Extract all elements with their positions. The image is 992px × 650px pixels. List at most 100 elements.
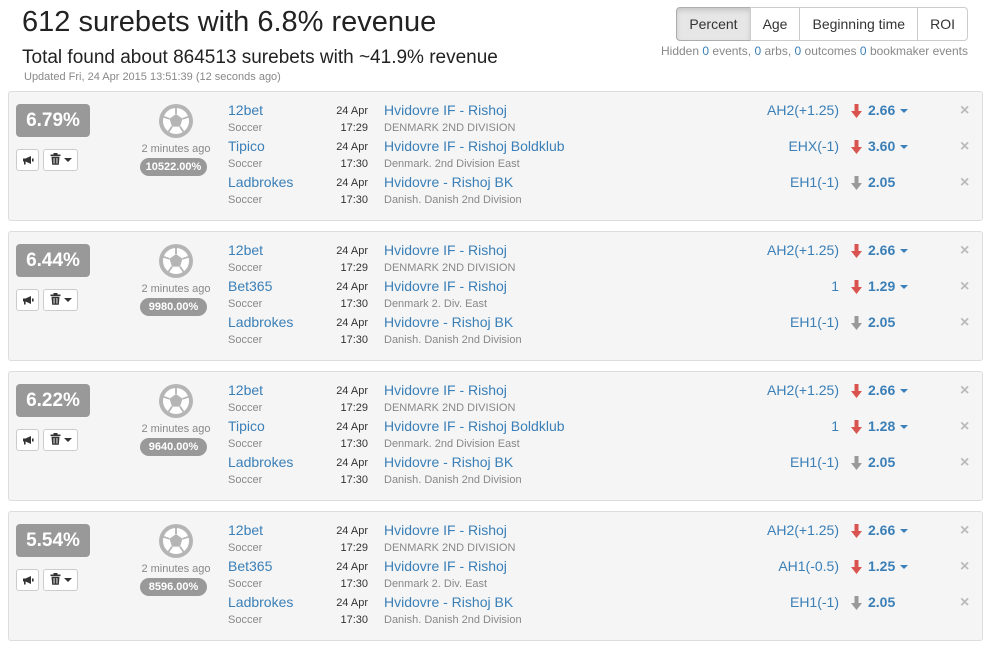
surebet-card: 6.22% 2 minutes ago 9640.00% 12bet Soccer 24 …	[8, 371, 983, 501]
sort-percent-button[interactable]: Percent	[676, 7, 751, 41]
bookmaker-link[interactable]: 12bet	[228, 102, 263, 118]
bookmaker-link[interactable]: Bet365	[228, 278, 272, 294]
hidden-events-label: events,	[712, 44, 752, 58]
odds-value[interactable]: 1.29	[868, 278, 909, 294]
event-link[interactable]: Hvidovre - Rishoj BK	[384, 594, 513, 610]
event-date: 24 Apr	[336, 141, 368, 153]
odds-value[interactable]: 1.28	[868, 418, 909, 434]
arrow-down-icon	[851, 419, 862, 435]
sport-label: Soccer	[228, 438, 263, 450]
bookmaker-link[interactable]: Ladbrokes	[228, 314, 293, 330]
market-link[interactable]: EH1(-1)	[790, 454, 839, 470]
page-title: 612 surebets with 6.8% revenue	[22, 6, 437, 38]
market-link[interactable]: EH1(-1)	[790, 314, 839, 330]
market-link[interactable]: EHX(-1)	[788, 138, 839, 154]
odds-value[interactable]: 1.25	[868, 558, 909, 574]
arrow-down-icon	[851, 243, 862, 259]
remove-icon[interactable]: ×	[960, 558, 969, 576]
bet-row: Ladbrokes Soccer 24 Apr 17:30 Hvidovre - Ris…	[9, 454, 982, 490]
event-link[interactable]: Hvidovre IF - Rishoj	[384, 558, 507, 574]
remove-icon[interactable]: ×	[960, 242, 969, 260]
bet-row: Ladbrokes Soccer 24 Apr 17:30 Hvidovre - Ris…	[9, 314, 982, 350]
market-link[interactable]: AH2(+1.25)	[767, 102, 839, 118]
sport-label: Soccer	[228, 578, 263, 590]
event-date: 24 Apr	[336, 561, 368, 573]
remove-icon[interactable]: ×	[960, 522, 969, 540]
bookmaker-link[interactable]: 12bet	[228, 242, 263, 258]
odds-value[interactable]: 2.05	[868, 454, 895, 470]
remove-icon[interactable]: ×	[960, 382, 969, 400]
hidden-outcomes-count[interactable]: 0	[795, 44, 802, 58]
market-link[interactable]: AH2(+1.25)	[767, 242, 839, 258]
bookmaker-link[interactable]: Bet365	[228, 558, 272, 574]
event-date: 24 Apr	[336, 385, 368, 397]
market-link[interactable]: 1	[831, 278, 839, 294]
market-link[interactable]: AH2(+1.25)	[767, 522, 839, 538]
event-link[interactable]: Hvidovre IF - Rishoj	[384, 522, 507, 538]
odds-caret-icon	[900, 529, 909, 534]
odds-value[interactable]: 2.05	[868, 314, 895, 330]
remove-icon[interactable]: ×	[960, 174, 969, 192]
odds-value[interactable]: 2.66	[868, 102, 909, 118]
bookmaker-link[interactable]: Ladbrokes	[228, 454, 293, 470]
odds-value[interactable]: 2.05	[868, 594, 895, 610]
odds-number: 2.05	[868, 454, 896, 470]
odds-number: 2.66	[868, 522, 896, 538]
remove-icon[interactable]: ×	[960, 278, 969, 296]
hidden-outcomes-label: outcomes	[804, 44, 857, 58]
bookmaker-link[interactable]: Ladbrokes	[228, 594, 293, 610]
event-date: 24 Apr	[336, 317, 368, 329]
odds-value[interactable]: 2.66	[868, 522, 909, 538]
hidden-events-count[interactable]: 0	[702, 44, 709, 58]
odds-value[interactable]: 2.66	[868, 242, 909, 258]
event-link[interactable]: Hvidovre IF - Rishoj Boldklub	[384, 418, 565, 434]
event-link[interactable]: Hvidovre IF - Rishoj	[384, 382, 507, 398]
event-time: 17:30	[340, 614, 368, 626]
sport-label: Soccer	[228, 262, 263, 274]
remove-icon[interactable]: ×	[960, 314, 969, 332]
odds-number: 2.05	[868, 314, 896, 330]
event-link[interactable]: Hvidovre IF - Rishoj	[384, 242, 507, 258]
remove-icon[interactable]: ×	[960, 418, 969, 436]
remove-icon[interactable]: ×	[960, 454, 969, 472]
market-link[interactable]: 1	[831, 418, 839, 434]
hidden-bookmaker-count[interactable]: 0	[860, 44, 867, 58]
odds-value[interactable]: 2.66	[868, 382, 909, 398]
event-link[interactable]: Hvidovre - Rishoj BK	[384, 454, 513, 470]
event-link[interactable]: Hvidovre IF - Rishoj	[384, 278, 507, 294]
remove-icon[interactable]: ×	[960, 138, 969, 156]
sport-label: Soccer	[228, 614, 263, 626]
sort-age-button[interactable]: Age	[749, 7, 801, 41]
remove-icon[interactable]: ×	[960, 594, 969, 612]
event-link[interactable]: Hvidovre - Rishoj BK	[384, 174, 513, 190]
odds-number: 2.66	[868, 242, 896, 258]
event-link[interactable]: Hvidovre IF - Rishoj	[384, 102, 507, 118]
remove-icon[interactable]: ×	[960, 102, 969, 120]
league-label: Denmark. 2nd Division East	[384, 158, 520, 170]
arrow-down-icon	[851, 523, 862, 539]
bet-row: Ladbrokes Soccer 24 Apr 17:30 Hvidovre - Ris…	[9, 174, 982, 210]
sort-beginning-time-button[interactable]: Beginning time	[799, 7, 919, 41]
arrow-down-gray-icon	[851, 455, 862, 471]
bookmaker-link[interactable]: 12bet	[228, 522, 263, 538]
market-link[interactable]: AH2(+1.25)	[767, 382, 839, 398]
hidden-arbs-count[interactable]: 0	[754, 44, 761, 58]
sort-roi-button[interactable]: ROI	[917, 7, 968, 41]
bookmaker-link[interactable]: 12bet	[228, 382, 263, 398]
odds-caret-icon	[900, 389, 909, 394]
odds-caret-icon	[900, 249, 909, 254]
sport-label: Soccer	[228, 298, 263, 310]
event-date: 24 Apr	[336, 457, 368, 469]
event-link[interactable]: Hvidovre IF - Rishoj Boldklub	[384, 138, 565, 154]
bookmaker-link[interactable]: Tipico	[228, 138, 265, 154]
odds-caret-icon	[900, 565, 909, 570]
bookmaker-link[interactable]: Ladbrokes	[228, 174, 293, 190]
event-date: 24 Apr	[336, 525, 368, 537]
bookmaker-link[interactable]: Tipico	[228, 418, 265, 434]
odds-value[interactable]: 3.60	[868, 138, 909, 154]
market-link[interactable]: AH1(-0.5)	[778, 558, 839, 574]
odds-value[interactable]: 2.05	[868, 174, 895, 190]
event-link[interactable]: Hvidovre - Rishoj BK	[384, 314, 513, 330]
market-link[interactable]: EH1(-1)	[790, 594, 839, 610]
market-link[interactable]: EH1(-1)	[790, 174, 839, 190]
